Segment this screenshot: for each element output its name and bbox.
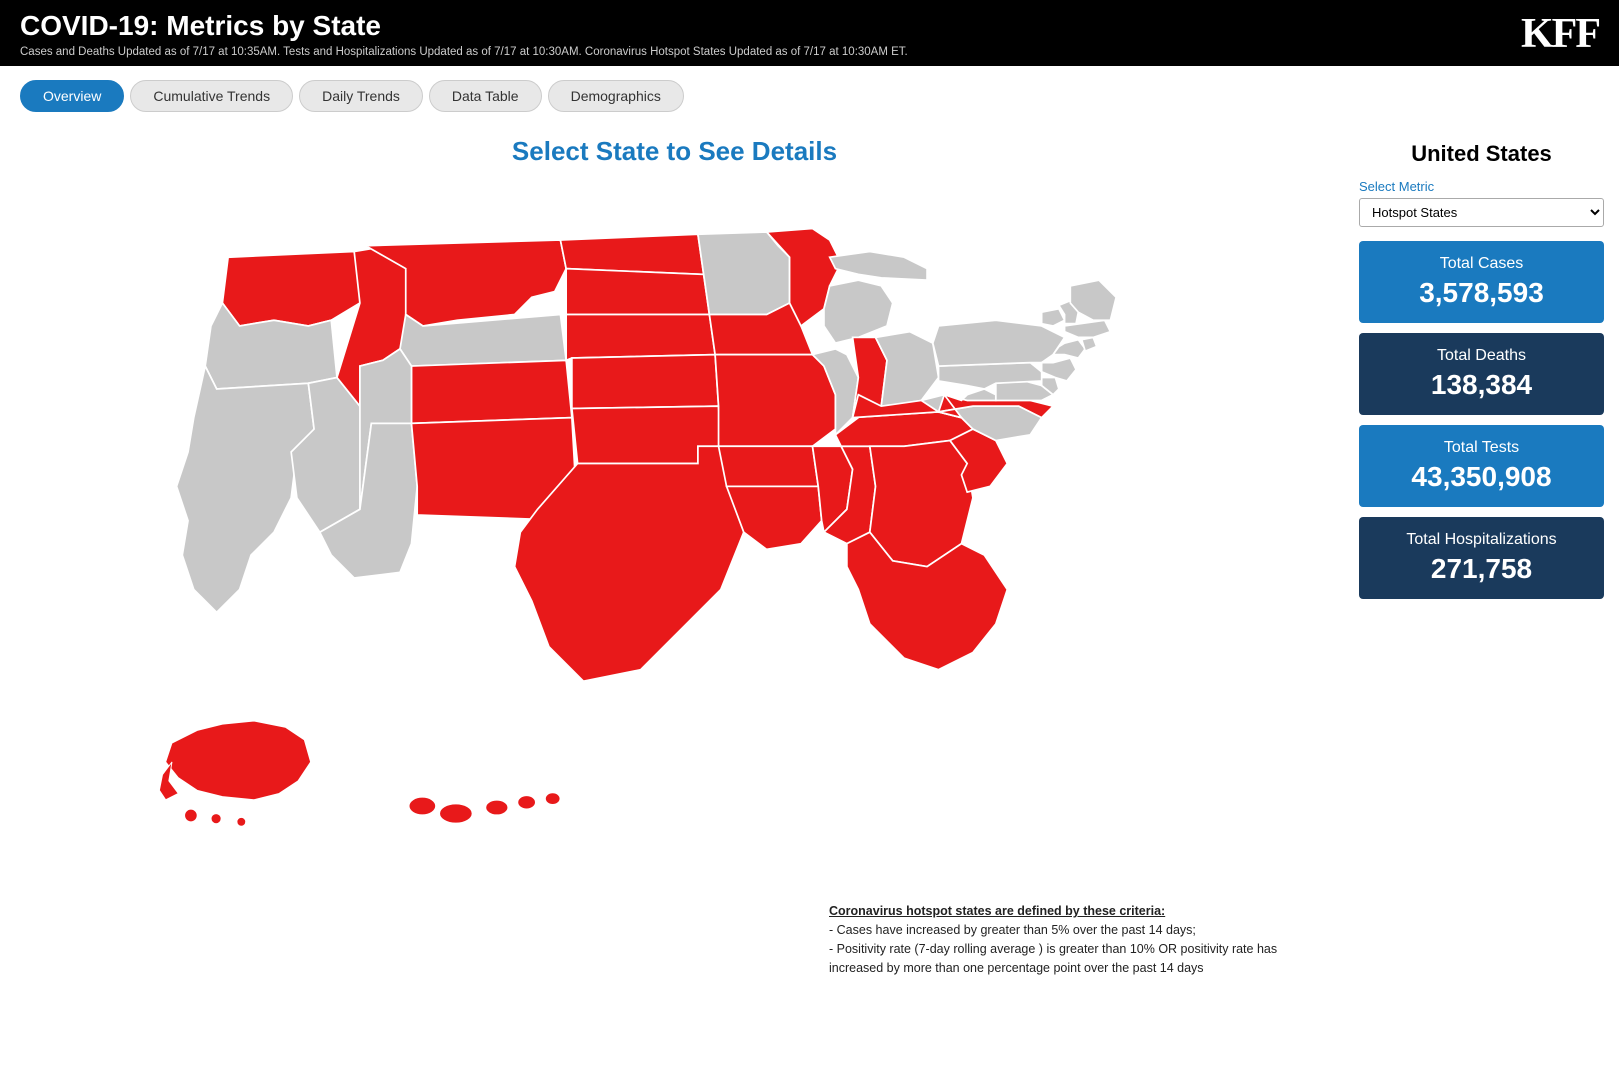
state-co[interactable] bbox=[411, 360, 571, 423]
state-mi-lower[interactable] bbox=[823, 280, 892, 343]
state-mo[interactable] bbox=[715, 355, 835, 447]
hotspot-criteria-2: - Positivity rate (7-day rolling average… bbox=[829, 942, 1277, 975]
kff-logo: KFF bbox=[1521, 10, 1599, 58]
nav-tabs: Overview Cumulative Trends Daily Trends … bbox=[0, 66, 1619, 126]
map-prompt: Select State to See Details bbox=[20, 136, 1329, 167]
total-cases-label: Total Cases bbox=[1369, 255, 1594, 273]
total-deaths-value: 138,384 bbox=[1369, 369, 1594, 401]
total-cases-card: Total Cases 3,578,593 bbox=[1359, 241, 1604, 323]
tab-data-table[interactable]: Data Table bbox=[429, 80, 542, 112]
state-mi-upper[interactable] bbox=[829, 251, 926, 280]
total-deaths-card: Total Deaths 138,384 bbox=[1359, 333, 1604, 415]
region-title: United States bbox=[1359, 141, 1604, 167]
hotspot-criteria-1: - Cases have increased by greater than 5… bbox=[829, 923, 1196, 937]
hotspot-note-header: Coronavirus hotspot states are defined b… bbox=[829, 904, 1165, 918]
total-cases-value: 3,578,593 bbox=[1369, 277, 1594, 309]
header-left: COVID-19: Metrics by State Cases and Dea… bbox=[20, 10, 908, 58]
state-ri[interactable] bbox=[1081, 337, 1096, 351]
state-ak[interactable] bbox=[165, 721, 310, 800]
sidebar: United States Select Metric Hotspot Stat… bbox=[1349, 126, 1619, 997]
total-hospitalizations-card: Total Hospitalizations 271,758 bbox=[1359, 517, 1604, 599]
map-area: Select State to See Details bbox=[0, 126, 1349, 997]
state-wa[interactable] bbox=[222, 251, 365, 325]
tab-demographics[interactable]: Demographics bbox=[548, 80, 684, 112]
state-vt[interactable] bbox=[1041, 309, 1064, 326]
main-content: Select State to See Details bbox=[0, 126, 1619, 997]
state-ak-islands3 bbox=[236, 817, 245, 826]
state-ak-islands bbox=[184, 809, 197, 822]
select-metric-label: Select Metric bbox=[1359, 179, 1604, 194]
state-ny[interactable] bbox=[932, 320, 1064, 366]
header: COVID-19: Metrics by State Cases and Dea… bbox=[0, 0, 1619, 66]
state-ak-islands2 bbox=[211, 814, 221, 824]
state-ca[interactable] bbox=[176, 366, 313, 612]
header-subtitle: Cases and Deaths Updated as of 7/17 at 1… bbox=[20, 46, 908, 58]
tab-overview[interactable]: Overview bbox=[20, 80, 124, 112]
total-tests-card: Total Tests 43,350,908 bbox=[1359, 425, 1604, 507]
total-hospitalizations-value: 271,758 bbox=[1369, 553, 1594, 585]
state-ks[interactable] bbox=[571, 355, 718, 409]
tab-cumulative-trends[interactable]: Cumulative Trends bbox=[130, 80, 293, 112]
state-sd[interactable] bbox=[566, 269, 709, 315]
total-deaths-label: Total Deaths bbox=[1369, 347, 1594, 365]
us-map bbox=[125, 177, 1225, 892]
state-nd[interactable] bbox=[560, 234, 703, 274]
total-tests-value: 43,350,908 bbox=[1369, 461, 1594, 493]
state-ne[interactable] bbox=[566, 314, 715, 360]
total-tests-label: Total Tests bbox=[1369, 439, 1594, 457]
state-ar[interactable] bbox=[718, 446, 818, 486]
metric-select-dropdown[interactable]: Hotspot States Total Cases Total Deaths … bbox=[1359, 198, 1604, 227]
total-hospitalizations-label: Total Hospitalizations bbox=[1369, 531, 1594, 549]
hotspot-note: Coronavirus hotspot states are defined b… bbox=[829, 902, 1329, 977]
page-title: COVID-19: Metrics by State bbox=[20, 10, 908, 42]
tab-daily-trends[interactable]: Daily Trends bbox=[299, 80, 423, 112]
state-mn[interactable] bbox=[697, 232, 789, 314]
